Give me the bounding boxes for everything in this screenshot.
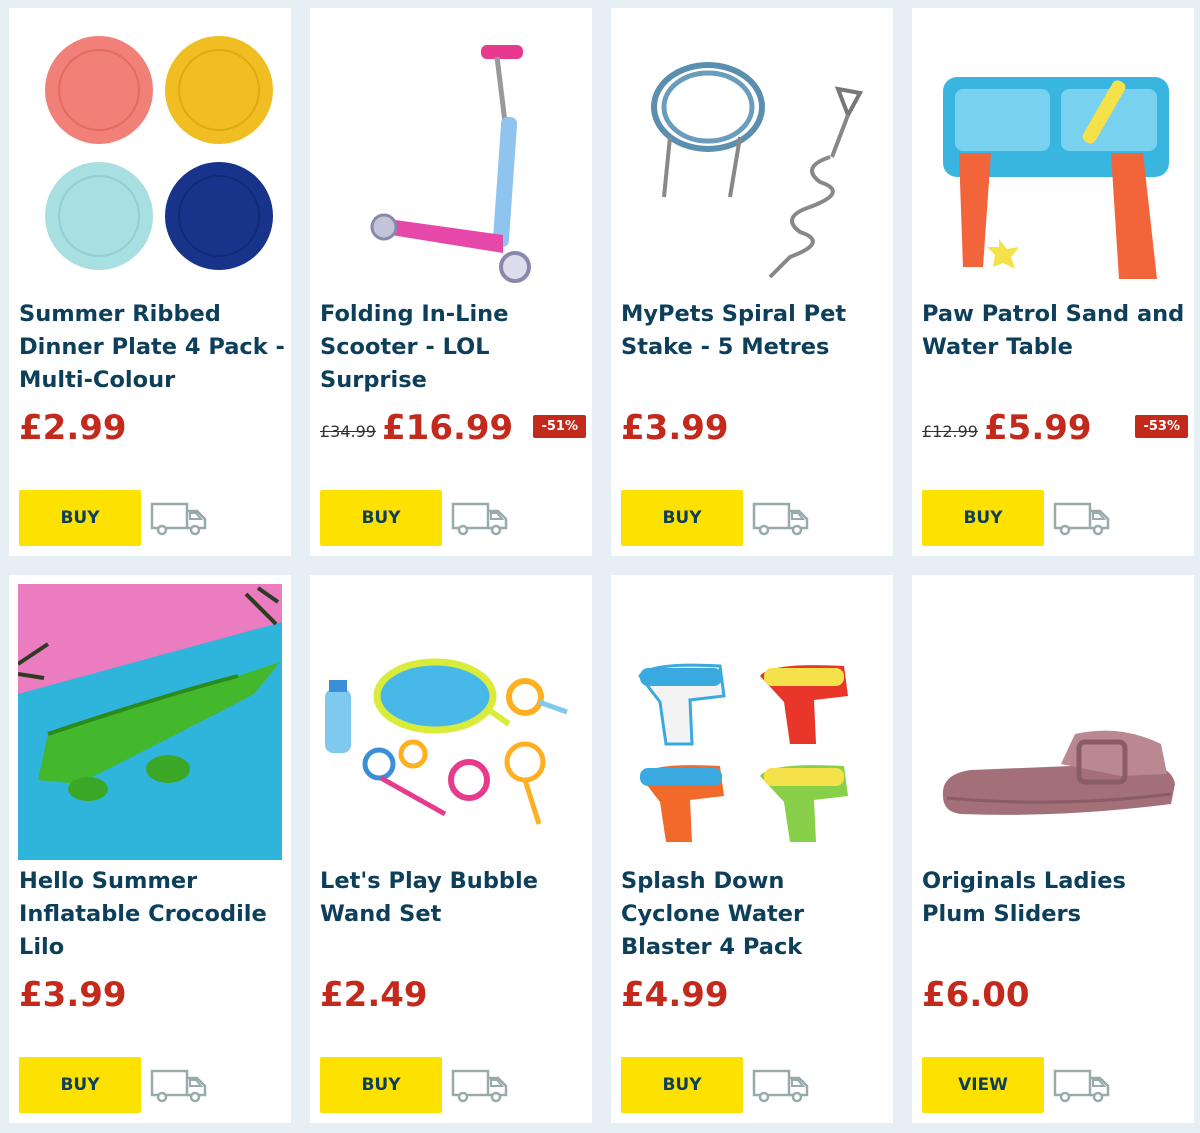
- product-title[interactable]: Paw Patrol Sand and Water Table: [922, 298, 1190, 364]
- product-title[interactable]: Splash Down Cyclone Water Blaster 4 Pack: [621, 865, 889, 964]
- delivery-van-icon: [752, 502, 809, 536]
- delivery-van-icon: [752, 1069, 809, 1103]
- product-title[interactable]: Let's Play Bubble Wand Set: [320, 865, 588, 931]
- price-row: £4.99: [621, 973, 887, 1019]
- price-row: £34.99 £16.99 -51%: [320, 406, 586, 452]
- product-image-sliders[interactable]: [921, 584, 1185, 860]
- product-image-sand-water-table[interactable]: [921, 17, 1185, 293]
- old-price: £34.99: [320, 422, 376, 441]
- price-row: £2.49: [320, 973, 586, 1019]
- buy-button[interactable]: BUY: [19, 1057, 141, 1113]
- buy-button[interactable]: BUY: [19, 490, 141, 546]
- delivery-van-icon: [150, 1069, 207, 1103]
- product-card[interactable]: MyPets Spiral Pet Stake - 5 Metres £3.99…: [611, 8, 893, 556]
- product-card[interactable]: Originals Ladies Plum Sliders £6.00 VIEW: [912, 575, 1194, 1123]
- product-price: £3.99: [621, 408, 729, 448]
- product-image-scooter[interactable]: [319, 17, 583, 293]
- product-title[interactable]: Originals Ladies Plum Sliders: [922, 865, 1190, 931]
- buy-button[interactable]: BUY: [320, 490, 442, 546]
- delivery-van-icon: [150, 502, 207, 536]
- product-card[interactable]: Hello Summer Inflatable Crocodile Lilo £…: [9, 575, 291, 1123]
- product-card[interactable]: Let's Play Bubble Wand Set £2.49 BUY: [310, 575, 592, 1123]
- product-image-plates[interactable]: [18, 17, 282, 293]
- product-title[interactable]: MyPets Spiral Pet Stake - 5 Metres: [621, 298, 889, 364]
- product-card[interactable]: Splash Down Cyclone Water Blaster 4 Pack…: [611, 575, 893, 1123]
- buy-button[interactable]: BUY: [922, 490, 1044, 546]
- product-image-water-blasters[interactable]: [620, 584, 884, 860]
- buy-button[interactable]: BUY: [320, 1057, 442, 1113]
- price-row: £3.99: [19, 973, 285, 1019]
- old-price: £12.99: [922, 422, 978, 441]
- product-title[interactable]: Hello Summer Inflatable Crocodile Lilo: [19, 865, 287, 964]
- discount-badge: -51%: [533, 415, 586, 438]
- product-card[interactable]: Paw Patrol Sand and Water Table £12.99 £…: [912, 8, 1194, 556]
- price-row: £6.00: [922, 973, 1188, 1019]
- delivery-van-icon: [1053, 1069, 1110, 1103]
- delivery-van-icon: [1053, 502, 1110, 536]
- discount-badge: -53%: [1135, 415, 1188, 438]
- product-title[interactable]: Summer Ribbed Dinner Plate 4 Pack - Mult…: [19, 298, 287, 397]
- product-image-pet-stake[interactable]: [620, 17, 884, 293]
- product-title[interactable]: Folding In-Line Scooter - LOL Surprise: [320, 298, 588, 397]
- product-image-bubble-wand-set[interactable]: [319, 584, 583, 860]
- product-price: £6.00: [922, 975, 1030, 1015]
- buy-button[interactable]: BUY: [621, 1057, 743, 1113]
- product-card[interactable]: Summer Ribbed Dinner Plate 4 Pack - Mult…: [9, 8, 291, 556]
- product-price: £4.99: [621, 975, 729, 1015]
- delivery-van-icon: [451, 1069, 508, 1103]
- price-row: £2.99: [19, 406, 285, 452]
- product-price: £2.99: [19, 408, 127, 448]
- product-grid: Summer Ribbed Dinner Plate 4 Pack - Mult…: [0, 0, 1200, 1133]
- price-row: £12.99 £5.99 -53%: [922, 406, 1188, 452]
- product-price: £5.99: [984, 408, 1092, 448]
- price-row: £3.99: [621, 406, 887, 452]
- product-price: £16.99: [382, 408, 514, 448]
- product-image-crocodile-lilo[interactable]: [18, 584, 282, 860]
- view-button[interactable]: VIEW: [922, 1057, 1044, 1113]
- product-price: £2.49: [320, 975, 428, 1015]
- buy-button[interactable]: BUY: [621, 490, 743, 546]
- product-price: £3.99: [19, 975, 127, 1015]
- product-card[interactable]: Folding In-Line Scooter - LOL Surprise £…: [310, 8, 592, 556]
- delivery-van-icon: [451, 502, 508, 536]
